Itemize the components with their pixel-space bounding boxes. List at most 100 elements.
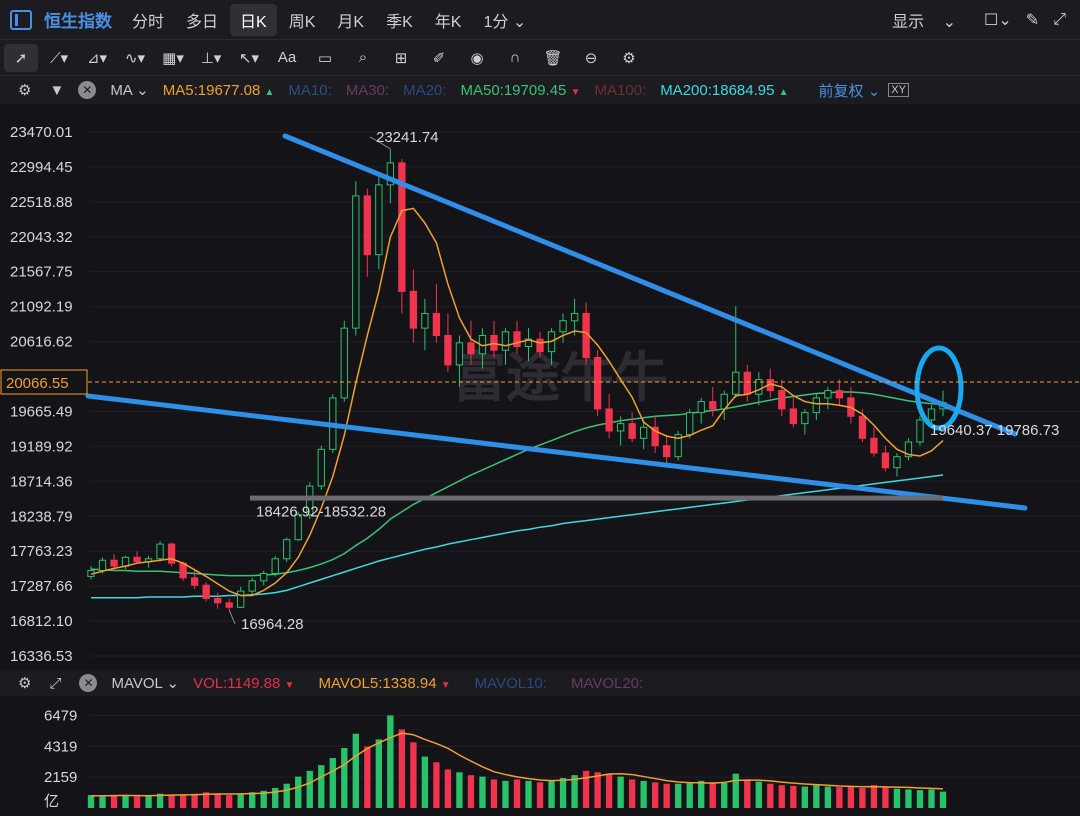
candlestick-chart[interactable]: 富途牛牛 23470.01 22994.45 22518.88 22043.32 215… xyxy=(0,104,1080,670)
hline-icon[interactable]: ⊥▾ xyxy=(194,44,228,72)
candle-body xyxy=(686,412,694,436)
volume-bar xyxy=(939,791,947,808)
adjust-select[interactable]: 前复权 ⌄ xyxy=(819,80,881,101)
candle-body xyxy=(570,312,579,322)
line-icon[interactable]: ⟋▾ xyxy=(42,44,76,72)
highlight-circle xyxy=(914,345,964,431)
brush-icon[interactable]: ✎ xyxy=(1026,10,1039,30)
tab-yearly-k[interactable]: 年K xyxy=(425,4,472,36)
price-tick-label: 17763.23 xyxy=(10,543,73,560)
candle-body xyxy=(260,572,268,582)
wave-icon[interactable]: ∿▾ xyxy=(118,44,152,72)
candle-body xyxy=(870,437,878,454)
vol-value: VOL:1149.88 ▼ xyxy=(193,674,295,692)
candle-body xyxy=(363,195,371,256)
sync-icon[interactable]: ⊖ xyxy=(574,44,608,72)
mavol10-value: MAVOL10: xyxy=(474,674,547,692)
candle-body xyxy=(271,558,279,574)
volume-bar xyxy=(341,748,348,808)
candle-body xyxy=(536,338,544,353)
volume-bar xyxy=(605,773,613,808)
volume-tick-label: 6479 xyxy=(44,707,77,724)
volume-bar xyxy=(456,772,463,808)
mavol-select[interactable]: MAVOL ⌄ xyxy=(111,674,179,692)
settings-icon[interactable]: ⚙ xyxy=(612,44,646,72)
price-tick-label: 21567.75 xyxy=(10,264,73,281)
magnet-icon[interactable]: ∩ xyxy=(498,44,532,72)
candle-body xyxy=(455,342,464,366)
text-button[interactable]: Aa xyxy=(270,44,304,72)
volume-bar xyxy=(882,787,889,808)
checkbox-icon[interactable]: ☐⌄ xyxy=(984,10,1012,30)
volume-bar xyxy=(99,796,106,808)
volume-bar xyxy=(329,758,336,808)
comment-icon[interactable]: ▭ xyxy=(308,44,342,72)
volume-bar xyxy=(675,783,682,808)
ma-indicator-select[interactable]: MA ⌄ xyxy=(110,81,148,99)
candle-body xyxy=(881,452,890,469)
adjust-label: 前复权 xyxy=(818,82,864,100)
candle-body xyxy=(697,401,705,414)
candle-body xyxy=(156,543,164,560)
tab-monthly-k[interactable]: 月K xyxy=(327,4,374,36)
volume-bar xyxy=(709,782,716,808)
volume-bar xyxy=(721,783,728,808)
volume-bar xyxy=(410,742,417,808)
ma200-text: MA200:18684.95 xyxy=(660,81,775,99)
fullscreen-icon[interactable]: ⤢ xyxy=(1053,11,1066,29)
top-bar: 恒生指数 分时 多日 日K 周K 月K 季K 年K 1分 ⌄ 显示 ⌄ ☐⌄ ✎… xyxy=(0,0,1080,40)
arrow-icon[interactable]: ↖▾ xyxy=(232,44,266,72)
index-title: 恒生指数 xyxy=(44,12,112,31)
volume-bar xyxy=(168,795,175,808)
volume-tick-label: 4319 xyxy=(44,738,77,755)
candle-body xyxy=(501,331,510,351)
mavol5-value: MAVOL5:1338.94 ▼ xyxy=(318,674,451,692)
candle-body xyxy=(927,408,936,421)
trash-icon[interactable]: 🗑 xyxy=(536,44,570,72)
candle-body xyxy=(858,415,867,439)
close-icon[interactable]: ✕ xyxy=(79,674,98,692)
gear-icon[interactable]: ⚙ xyxy=(18,81,31,99)
volume-bar xyxy=(352,733,359,808)
sidebar-toggle-icon[interactable] xyxy=(10,9,32,30)
candle-body xyxy=(593,357,602,410)
gear-icon[interactable]: ⚙ xyxy=(18,674,31,692)
display-dropdown[interactable]: 显示 ⌄ xyxy=(892,8,970,32)
tab-multiday[interactable]: 多日 xyxy=(176,4,228,36)
tab-weekly-k[interactable]: 周K xyxy=(279,4,326,36)
volume-bar xyxy=(398,729,406,808)
cursor-icon[interactable]: ➚ xyxy=(4,43,38,72)
pen-icon[interactable]: ✐ xyxy=(422,44,456,72)
search-icon[interactable]: ⌕ xyxy=(346,44,380,72)
chevron-down-icon: ⌄ xyxy=(512,13,527,31)
candle-body xyxy=(743,371,751,395)
candle-body xyxy=(732,371,740,395)
eye-icon[interactable]: ◉ xyxy=(460,44,494,72)
expand-icon[interactable]: ⤢ xyxy=(49,675,61,692)
ruler-icon[interactable]: ⊞ xyxy=(384,44,418,72)
ma200-polyline xyxy=(91,474,944,599)
price-tick-label: 21092.19 xyxy=(10,299,73,316)
close-icon[interactable]: ✕ xyxy=(78,81,97,99)
volume-bar xyxy=(225,795,233,808)
tab-1min[interactable]: 1分 ⌄ xyxy=(473,4,536,36)
volume-bar xyxy=(110,795,118,808)
lower-trendline xyxy=(85,393,1028,511)
axis-scale-icon[interactable]: XY xyxy=(888,83,909,97)
candle-body xyxy=(133,556,141,563)
tab-intraday[interactable]: 分时 xyxy=(122,4,174,36)
candle-body xyxy=(513,331,521,347)
tab-daily-k[interactable]: 日K xyxy=(230,3,277,36)
ma30-value: MA30: xyxy=(345,81,390,99)
fib-icon[interactable]: ▦▾ xyxy=(156,44,190,72)
high-label: 23241.74 xyxy=(376,129,439,146)
candle-body xyxy=(893,456,901,469)
tab-quarterly-k[interactable]: 季K xyxy=(376,4,423,36)
volume-chart[interactable]: 6479 4319 2159 亿 xyxy=(0,696,1080,816)
volume-bar xyxy=(364,746,371,808)
candle-body xyxy=(432,312,441,336)
tab-1min-label: 1分 xyxy=(483,13,509,31)
path-icon[interactable]: ⊿▾ xyxy=(80,44,114,72)
volume-bar xyxy=(548,780,555,808)
hide-icon[interactable]: ▼ xyxy=(49,82,64,99)
